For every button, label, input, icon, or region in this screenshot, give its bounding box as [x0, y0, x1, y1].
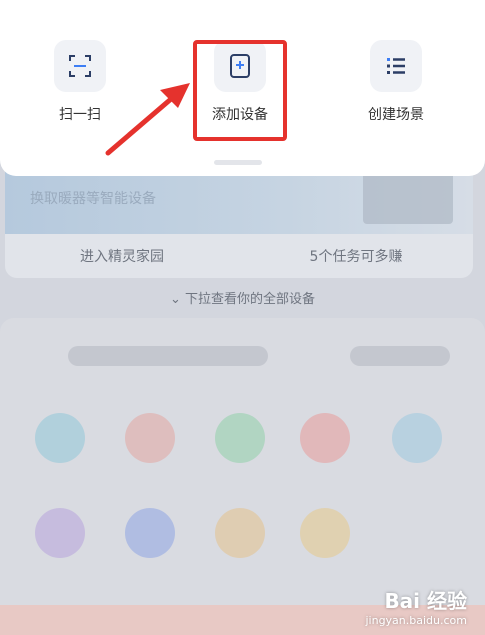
- pointer-arrow-icon: [105, 83, 190, 156]
